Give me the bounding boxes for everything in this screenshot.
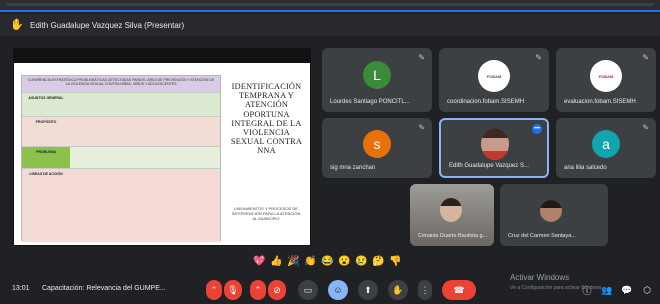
captions-button[interactable]: ▭ <box>298 280 318 300</box>
leave-call-button[interactable]: ☎ <box>442 280 476 300</box>
table-row: LÍNEAS DE ACCIÓN <box>22 168 220 242</box>
thinking-reaction-button[interactable]: 🤔 <box>372 256 384 267</box>
table-title: COHERENCIA ESTRATÉGICA PROBLEMÁTICAS DET… <box>22 76 220 92</box>
top-band <box>0 0 660 12</box>
pin-icon[interactable]: ✎ <box>535 53 542 62</box>
participant-name: Cenaida Duarte Bautista g... <box>418 233 488 239</box>
heart-reaction-button[interactable]: 💖 <box>253 256 265 267</box>
avatar: L <box>363 61 391 89</box>
meet-window: ✋ Edith Guadalupe Vazquez Silva (Present… <box>0 0 660 304</box>
windows-activation-title: Activar Windows <box>510 273 570 282</box>
chevron-up-icon[interactable]: ⌃ <box>206 280 222 300</box>
avatar: a <box>592 130 620 158</box>
pin-icon[interactable]: ✎ <box>642 53 649 62</box>
meeting-title: Capacitación: Relevancia del GUMPE... <box>42 285 166 292</box>
participant-name: Lourdes Santiago PONCITL... <box>330 99 410 105</box>
presenter-name: Edith Guadalupe Vazquez Silva (Presentar… <box>30 20 185 30</box>
camera-off-button[interactable]: ⊘ <box>268 280 286 300</box>
raise-hand-button[interactable]: ✋ <box>388 280 408 300</box>
row-label: ASUNTOS GENERAL <box>28 96 64 100</box>
participant-name: sig mna zanchan <box>330 165 376 171</box>
avatar-initial: a <box>602 136 610 152</box>
fobam-logo: FOBAM <box>590 60 622 92</box>
participant-photo <box>440 198 462 222</box>
reaction-bar: 💖 👍 🎉 👏 😂 😮 😢 🤔 👎 <box>253 253 401 269</box>
participant-name: Edith Guadalupe Vazquez S... <box>449 163 529 169</box>
sad-reaction-button[interactable]: 😢 <box>355 256 367 267</box>
more-options-button[interactable]: ⋮ <box>418 280 432 300</box>
row-text <box>72 117 218 146</box>
row-label: PROBLEMA <box>22 147 70 168</box>
hair-shape <box>540 200 562 208</box>
logo-text: FOBAM <box>486 73 502 79</box>
pin-icon[interactable]: ✎ <box>418 123 425 132</box>
participant-tile[interactable]: ✎ L Lourdes Santiago PONCITL... <box>322 48 432 112</box>
participant-tile-active[interactable]: ••• Edith Guadalupe Vazquez S... <box>439 118 549 178</box>
participant-tile[interactable]: ✎ s sig mna zanchan <box>322 118 432 178</box>
pin-icon[interactable]: ✎ <box>418 53 425 62</box>
row-text <box>72 93 218 116</box>
row-text <box>72 147 218 168</box>
participant-photo <box>540 200 562 222</box>
logo-text: FOBAM <box>598 73 614 79</box>
table-row: PROPÓSITO <box>22 116 220 146</box>
hair-shape <box>440 198 462 206</box>
participant-name: ana lilia salcedo <box>564 165 607 171</box>
emoji-button[interactable]: ☺ <box>328 280 348 300</box>
slide-title: IDENTIFICACIÓN TEMPRANA Y ATENCIÓN OPORT… <box>230 82 303 156</box>
participant-name: coordinacion.fobam.SISEMH <box>447 99 525 105</box>
mic-off-button[interactable]: 🎙 <box>224 280 242 300</box>
slide-subtitle: LINEAMIENTOS Y PROCESOS DE INTERVENCIÓN … <box>231 206 301 221</box>
windows-activation-text: Ve a Configuración para activar Windows. <box>510 285 603 291</box>
participant-tile[interactable]: ✎ FOBAM coordinacion.fobam.SISEMH <box>439 48 549 112</box>
clock: 13:01 <box>12 285 30 292</box>
row-label: PROPÓSITO <box>35 120 57 124</box>
pin-icon[interactable]: ✎ <box>642 123 649 132</box>
row-text <box>72 169 218 242</box>
participant-photo <box>481 128 509 160</box>
fobam-logo: FOBAM <box>478 60 510 92</box>
avatar: s <box>363 130 391 158</box>
table-row: ASUNTOS GENERAL <box>22 92 220 116</box>
speaking-icon: ••• <box>532 124 542 134</box>
thumbs-up-reaction-button[interactable]: 👍 <box>270 256 282 267</box>
presenter-bar: ✋ Edith Guadalupe Vazquez Silva (Present… <box>0 14 660 36</box>
avatar-initial: s <box>373 136 381 152</box>
party-reaction-button[interactable]: 🎉 <box>287 256 299 267</box>
participant-name: Cruz del Carmen Santaya... <box>508 233 576 239</box>
chat-icon[interactable]: 💬 <box>620 280 634 300</box>
strategy-table: COHERENCIA ESTRATÉGICA PROBLEMÁTICAS DET… <box>21 75 221 242</box>
table-row: PROBLEMA <box>22 146 220 168</box>
row-label: LÍNEAS DE ACCIÓN <box>29 172 63 176</box>
chevron-up-icon[interactable]: ⌃ <box>250 280 266 300</box>
present-button[interactable]: ⬆ <box>358 280 378 300</box>
presenting-icon: ✋ <box>10 19 24 31</box>
clap-reaction-button[interactable]: 👏 <box>304 256 316 267</box>
screen-top-bar <box>14 49 310 63</box>
participant-tile[interactable]: Cruz del Carmen Santaya... <box>500 184 608 246</box>
participant-tile[interactable]: ✎ a ana lilia salcedo <box>556 118 656 178</box>
hair-shape <box>481 128 509 138</box>
shirt-shape <box>481 151 509 160</box>
laugh-reaction-button[interactable]: 😂 <box>321 256 333 267</box>
participant-tile[interactable]: Cenaida Duarte Bautista g... <box>410 184 494 246</box>
activities-icon[interactable]: ⬡ <box>640 280 654 300</box>
participant-tile[interactable]: ✎ FOBAM evaluacion.fobam.SISEMH <box>556 48 656 112</box>
avatar-initial: L <box>373 67 381 83</box>
top-stripe <box>6 3 654 6</box>
surprised-reaction-button[interactable]: 😮 <box>338 256 350 267</box>
thumbs-down-reaction-button[interactable]: 👎 <box>389 256 401 267</box>
participant-name: evaluacion.fobam.SISEMH <box>564 99 636 105</box>
shared-screen[interactable]: COHERENCIA ESTRATÉGICA PROBLEMÁTICAS DET… <box>13 48 311 246</box>
